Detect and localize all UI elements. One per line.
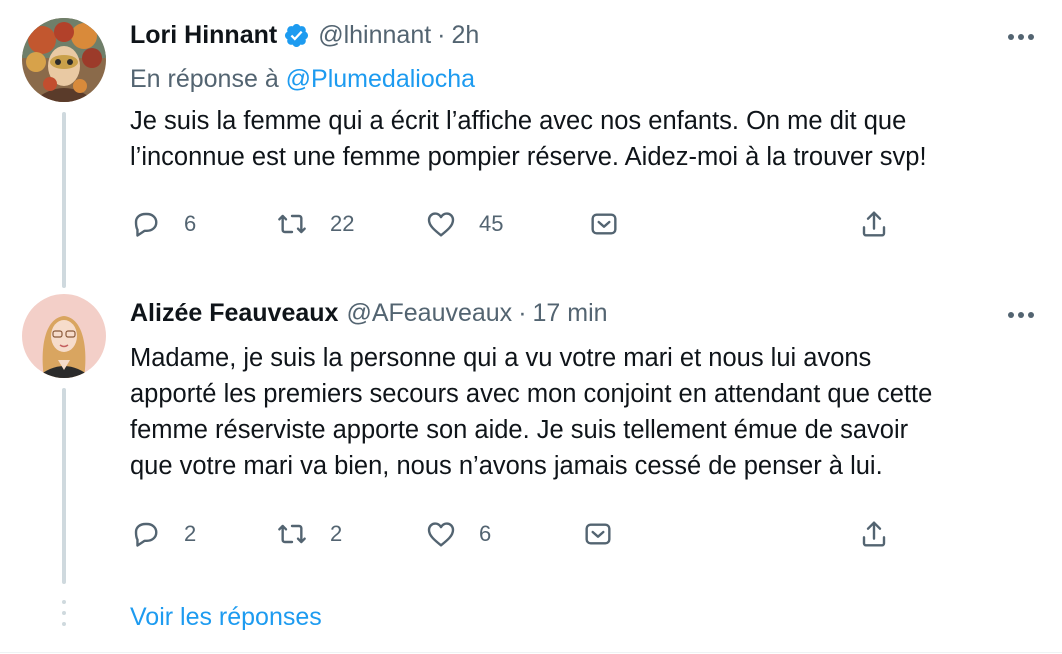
reply-count: 2	[184, 521, 197, 546]
bookmark-button[interactable]	[582, 516, 614, 552]
tweet-text-line: que votre mari va bien, nous n’avons jam…	[130, 452, 883, 480]
thread-line	[62, 112, 66, 288]
tweet-text-line: Je suis la femme qui a écrit l’affiche a…	[130, 107, 907, 135]
author-name[interactable]: Alizée Feauveaux	[130, 298, 338, 328]
avatar-lori-hinnant[interactable]	[22, 18, 106, 102]
action-bar: 6 22 45	[130, 206, 900, 242]
reply-icon	[134, 522, 158, 547]
show-replies-link[interactable]: Voir les réponses	[130, 600, 322, 634]
divider	[0, 652, 1062, 653]
avatar-image	[22, 294, 106, 378]
tweet-2[interactable]: Alizée Feauveaux @AFeauveaux · 17 min Ma…	[0, 290, 1062, 598]
bookmark-icon	[585, 523, 611, 545]
tweet-header: Lori Hinnant @lhinnant · 2h	[130, 20, 479, 50]
tweet-text: Je suis la femme qui a écrit l’affiche a…	[130, 103, 1030, 175]
share-icon	[862, 211, 886, 237]
retweet-button[interactable]: 2	[276, 516, 342, 552]
like-button[interactable]: 6	[425, 516, 491, 552]
reply-count: 6	[184, 211, 197, 236]
like-icon	[427, 522, 455, 547]
more-icon[interactable]	[1006, 310, 1036, 320]
verified-badge-icon	[285, 23, 309, 47]
reply-button[interactable]: 6	[130, 206, 196, 242]
like-button[interactable]: 45	[425, 206, 503, 242]
share-button[interactable]	[858, 516, 890, 552]
author-handle[interactable]: @AFeauveaux	[346, 298, 512, 328]
like-count: 45	[479, 211, 504, 236]
reply-to-handle[interactable]: @Plumedaliocha	[286, 65, 475, 93]
retweet-count: 22	[330, 211, 355, 236]
tweet-1[interactable]: Lori Hinnant @lhinnant · 2h En réponse à…	[0, 0, 1062, 290]
separator: ·	[437, 21, 446, 49]
reply-button[interactable]: 2	[130, 516, 196, 552]
retweet-button[interactable]: 22	[276, 206, 354, 242]
reply-icon	[134, 212, 158, 237]
reply-context: En réponse à @Plumedaliocha	[130, 64, 475, 94]
author-name[interactable]: Lori Hinnant	[130, 20, 277, 50]
tweet-text: Madame, je suis la personne qui a vu vot…	[130, 340, 1030, 484]
avatar-alizee-feauveaux[interactable]	[22, 294, 106, 378]
timestamp[interactable]: 2h	[452, 20, 480, 50]
thread-line	[62, 388, 66, 584]
retweet-icon	[278, 524, 306, 544]
thread-continuation-dots	[62, 600, 66, 633]
author-handle[interactable]: @lhinnant	[318, 20, 431, 50]
separator: ·	[518, 299, 527, 327]
reply-prefix: En réponse à	[130, 65, 286, 93]
like-icon	[427, 212, 455, 237]
action-bar: 2 2 6	[130, 516, 900, 552]
bookmark-button[interactable]	[588, 206, 620, 242]
tweet-text-line: Madame, je suis la personne qui a vu vot…	[130, 344, 872, 372]
tweet-text-line: l’inconnue est une femme pompier réserve…	[130, 143, 927, 171]
avatar-image	[22, 18, 106, 102]
tweet-text-line: femme réserviste apporte son aide. Je su…	[130, 416, 909, 444]
tweet-text-line: apporté les premiers secours avec mon co…	[130, 380, 933, 408]
bookmark-icon	[591, 213, 617, 235]
share-icon	[862, 521, 886, 547]
more-icon[interactable]	[1006, 32, 1036, 42]
timestamp[interactable]: 17 min	[533, 298, 608, 328]
share-button[interactable]	[858, 206, 890, 242]
retweet-icon	[278, 214, 306, 234]
retweet-count: 2	[330, 521, 343, 546]
like-count: 6	[479, 521, 492, 546]
tweet-header: Alizée Feauveaux @AFeauveaux · 17 min	[130, 298, 608, 328]
